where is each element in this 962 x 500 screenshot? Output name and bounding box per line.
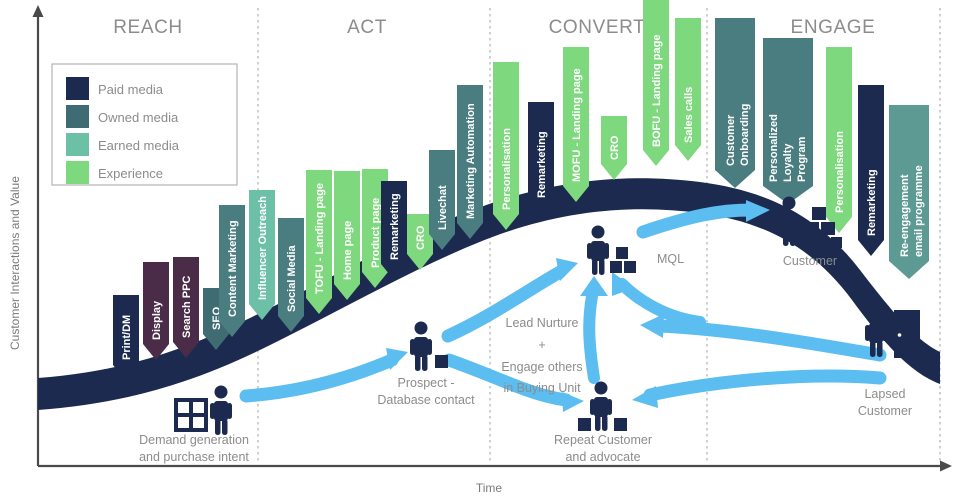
legend-label: Earned media bbox=[98, 138, 180, 153]
legend-swatch bbox=[66, 133, 89, 156]
legend: Paid media Owned media Earned media Expe… bbox=[51, 63, 238, 186]
legend-swatch bbox=[66, 105, 89, 128]
funnel-diagram: Customer Interactions and Value Time REA… bbox=[0, 0, 962, 500]
legend-swatch bbox=[66, 161, 89, 184]
legend-label: Owned media bbox=[98, 110, 179, 125]
legend-swatch bbox=[66, 77, 89, 100]
legend-label: Experience bbox=[98, 166, 163, 181]
legend-label: Paid media bbox=[98, 82, 164, 97]
